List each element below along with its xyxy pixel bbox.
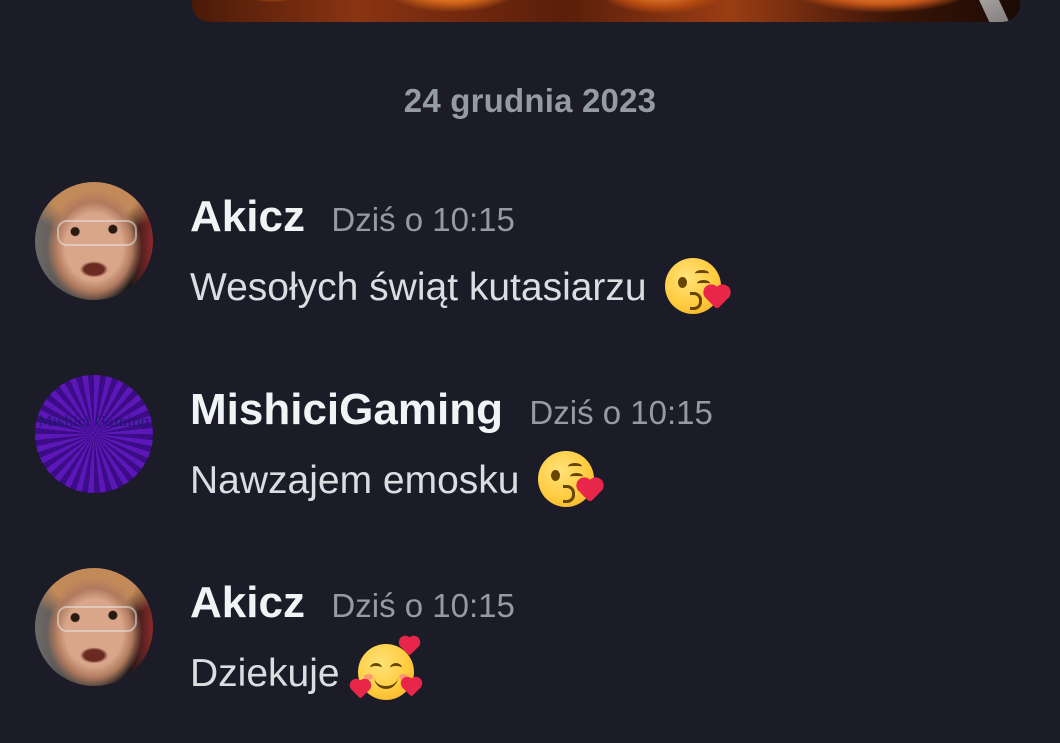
image-detail	[968, 0, 1010, 22]
message-header: MishiciGaming Dziś o 10:15	[190, 385, 713, 435]
message-content: Nawzajem emosku	[190, 450, 602, 511]
username[interactable]: MishiciGaming	[190, 385, 503, 434]
chat-message[interactable]: Mishici Gaming MishiciGaming Dziś o 10:1…	[0, 375, 1060, 507]
message-timestamp: Dziś o 10:15	[529, 394, 713, 431]
message-header: Akicz Dziś o 10:15	[190, 192, 515, 242]
kissing-face-emoji-icon[interactable]	[538, 450, 602, 507]
avatar-logo-text: Mishici Gaming	[38, 414, 150, 430]
message-timestamp: Dziś o 10:15	[331, 587, 515, 624]
user-avatar[interactable]	[35, 568, 153, 686]
embedded-image-attachment[interactable]	[192, 0, 1020, 22]
chat-screen: 24 grudnia 2023 Akicz Dziś o 10:15 Wesoł…	[0, 0, 1060, 743]
message-timestamp: Dziś o 10:15	[331, 201, 515, 238]
chat-message[interactable]: Akicz Dziś o 10:15 Dziekuje	[0, 568, 1060, 700]
date-divider: 24 grudnia 2023	[403, 82, 657, 119]
kissing-face-emoji-icon[interactable]	[665, 257, 729, 314]
username[interactable]: Akicz	[190, 578, 305, 627]
message-text: Dziekuje	[190, 652, 340, 695]
avatar-glasses-detail	[57, 606, 137, 632]
chat-message[interactable]: Akicz Dziś o 10:15 Wesołych świąt kutasi…	[0, 182, 1060, 314]
username[interactable]: Akicz	[190, 192, 305, 241]
message-content: Dziekuje	[190, 637, 422, 704]
message-content: Wesołych świąt kutasiarzu	[190, 257, 729, 318]
user-avatar[interactable]: Mishici Gaming	[35, 375, 153, 493]
message-text: Nawzajem emosku	[190, 459, 520, 502]
message-header: Akicz Dziś o 10:15	[190, 578, 515, 628]
avatar-glasses-detail	[57, 220, 137, 246]
smiling-face-with-hearts-emoji-icon[interactable]	[351, 637, 422, 700]
message-text: Wesołych świąt kutasiarzu	[190, 266, 647, 309]
user-avatar[interactable]	[35, 182, 153, 300]
